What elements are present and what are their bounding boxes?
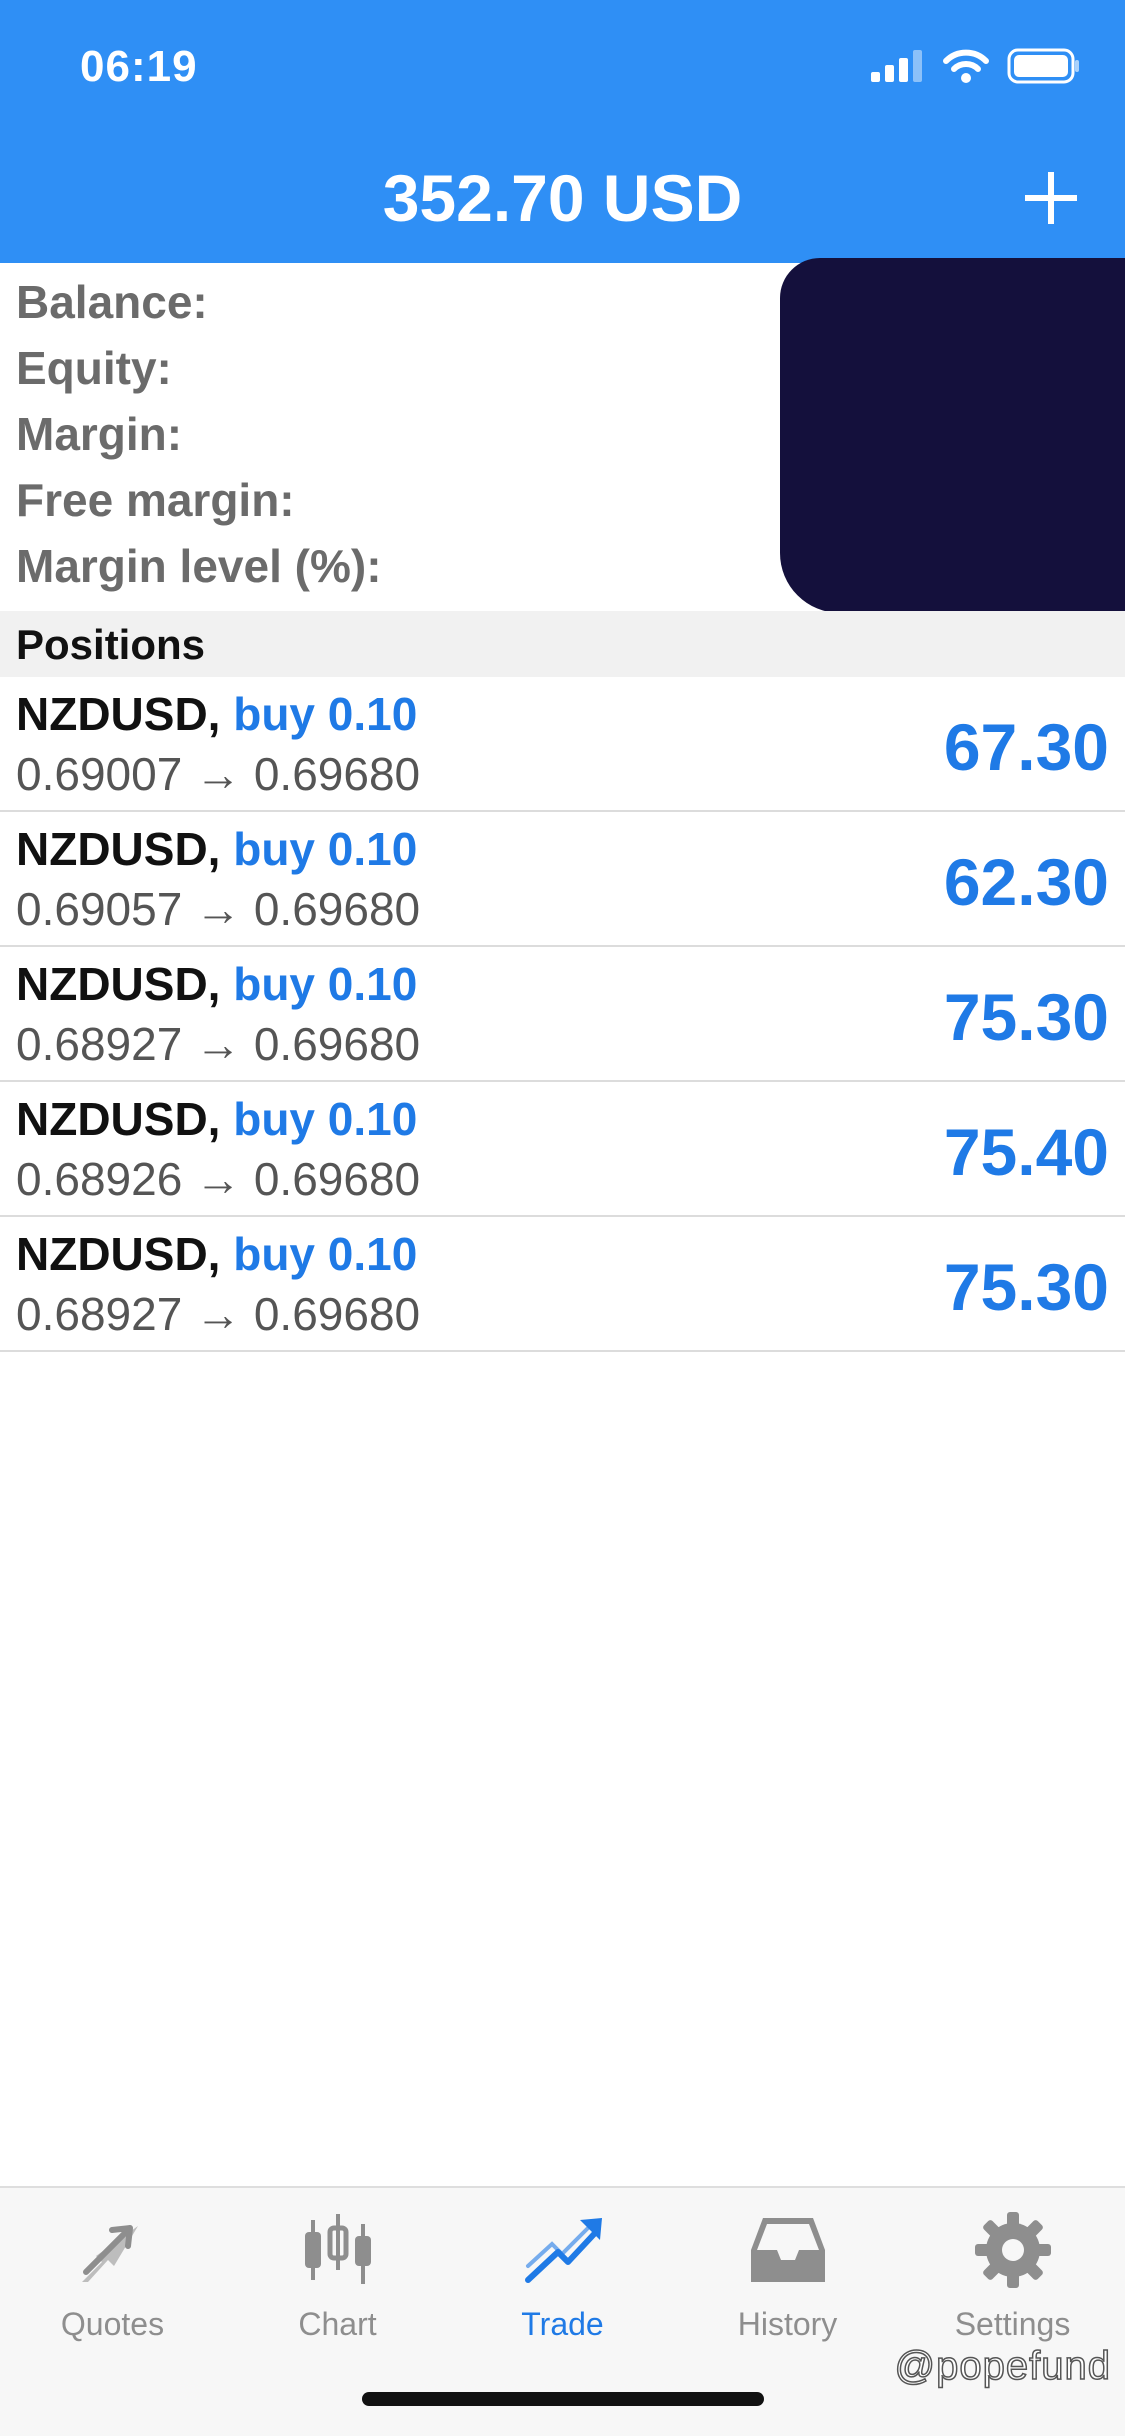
position-side: buy 0.10 bbox=[233, 823, 418, 875]
position-symbol: NZDUSD, buy 0.10 bbox=[16, 688, 418, 740]
equity-label: Equity: bbox=[16, 342, 172, 394]
free-margin-label: Free margin: bbox=[16, 474, 295, 526]
position-prices: 0.68927 → 0.69680 bbox=[16, 1288, 421, 1340]
balance-label: Balance: bbox=[16, 276, 208, 328]
account-title: 352.70 USD bbox=[382, 161, 743, 235]
position-symbol: NZDUSD, buy 0.10 bbox=[16, 1228, 418, 1280]
tab-settings[interactable]: Settings bbox=[900, 2210, 1125, 2343]
signal-icon bbox=[871, 50, 922, 82]
position-prices: 0.68926 → 0.69680 bbox=[16, 1153, 421, 1205]
position-profit: 75.30 bbox=[943, 1250, 1109, 1324]
position-profit: 67.30 bbox=[943, 710, 1109, 784]
redaction-mark bbox=[780, 258, 1125, 613]
wifi-icon bbox=[943, 49, 989, 83]
status-time: 06:19 bbox=[80, 42, 198, 91]
position-symbol: NZDUSD, buy 0.10 bbox=[16, 1093, 418, 1145]
home-indicator bbox=[362, 2392, 764, 2406]
watermark-text: @popefund bbox=[894, 2343, 1111, 2389]
position-symbol: NZDUSD, buy 0.10 bbox=[16, 823, 418, 875]
position-profit: 75.40 bbox=[943, 1115, 1109, 1189]
position-row[interactable]: NZDUSD, buy 0.10 0.68927 → 0.69680 75.30 bbox=[0, 947, 1125, 1082]
tab-quotes[interactable]: Quotes bbox=[0, 2210, 225, 2343]
positions-section-header: Positions bbox=[0, 611, 1125, 677]
position-side: buy 0.10 bbox=[233, 1228, 418, 1280]
tab-history[interactable]: History bbox=[675, 2210, 900, 2343]
tab-chart[interactable]: Chart bbox=[225, 2210, 450, 2343]
position-side: buy 0.10 bbox=[233, 958, 418, 1010]
position-side: buy 0.10 bbox=[233, 1093, 418, 1145]
position-row[interactable]: NZDUSD, buy 0.10 0.69057 → 0.69680 62.30 bbox=[0, 812, 1125, 947]
battery-icon bbox=[1007, 48, 1079, 84]
history-icon bbox=[750, 2218, 825, 2282]
position-prices: 0.69007 → 0.69680 bbox=[16, 748, 421, 800]
app-header: 06:19 352.70 USD bbox=[0, 0, 1125, 263]
settings-icon bbox=[974, 2212, 1051, 2288]
status-icons bbox=[871, 48, 1081, 84]
tab-label: History bbox=[737, 2306, 838, 2342]
position-prices: 0.68927 → 0.69680 bbox=[16, 1018, 421, 1070]
tab-trade[interactable]: Trade bbox=[450, 2210, 675, 2343]
position-side: buy 0.10 bbox=[233, 688, 418, 740]
tab-label: Quotes bbox=[60, 2306, 165, 2342]
position-prices: 0.69057 → 0.69680 bbox=[16, 883, 421, 935]
chart-icon bbox=[304, 2214, 371, 2284]
tab-label: Settings bbox=[954, 2306, 1071, 2342]
position-profit: 75.30 bbox=[943, 980, 1109, 1054]
position-row[interactable]: NZDUSD, buy 0.10 0.68927 → 0.69680 75.30 bbox=[0, 1217, 1125, 1352]
tab-label: Trade bbox=[521, 2306, 604, 2342]
position-row[interactable]: NZDUSD, buy 0.10 0.68926 → 0.69680 75.40 bbox=[0, 1082, 1125, 1217]
position-profit: 62.30 bbox=[943, 845, 1109, 919]
trade-icon bbox=[524, 2218, 602, 2283]
margin-level-label: Margin level (%): bbox=[16, 540, 382, 592]
quotes-icon bbox=[81, 2225, 138, 2282]
plus-icon[interactable] bbox=[1021, 168, 1081, 228]
positions-title: Positions bbox=[16, 621, 206, 668]
margin-label: Margin: bbox=[16, 408, 183, 460]
position-symbol: NZDUSD, buy 0.10 bbox=[16, 958, 418, 1010]
tab-label: Chart bbox=[298, 2306, 377, 2342]
position-row[interactable]: NZDUSD, buy 0.10 0.69007 → 0.69680 67.30 bbox=[0, 677, 1125, 812]
